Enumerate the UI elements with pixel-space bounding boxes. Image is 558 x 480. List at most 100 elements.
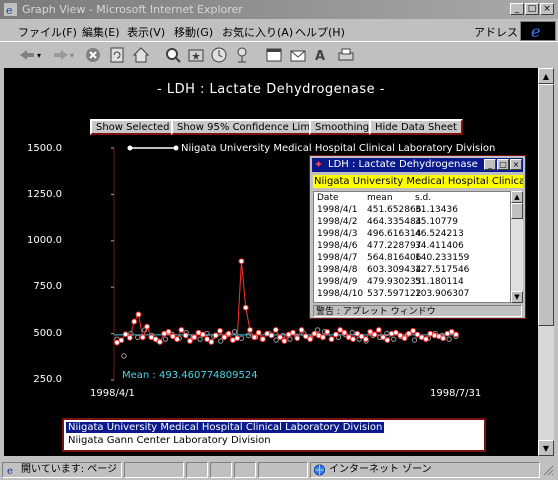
svg-text:e: e xyxy=(6,4,13,16)
menu-favorites[interactable]: お気に入り(A) xyxy=(222,24,293,40)
font-size-icon[interactable]: A xyxy=(313,46,331,64)
data-sheet-scrollbar[interactable]: ▲ ▼ xyxy=(511,191,523,303)
home-icon[interactable] xyxy=(132,46,150,64)
resize-grip-icon[interactable] xyxy=(542,464,554,476)
maximize-button[interactable]: □ xyxy=(525,3,539,15)
series-1-point xyxy=(259,336,266,343)
status-panel xyxy=(210,462,232,478)
table-row[interactable]: 1998/4/8 603.309434127.517546 xyxy=(317,265,469,275)
table-row[interactable]: 1998/4/2 464.33548435.10779 xyxy=(317,217,463,227)
series-1-point xyxy=(350,336,356,343)
table-row[interactable]: 1998/4/6 477.22879734.411406 xyxy=(317,241,464,251)
series-1-point xyxy=(375,326,382,333)
x-start-label: 1998/4/1 xyxy=(90,388,135,399)
table-row[interactable]: 1998/4/10 537.597122103.906307 xyxy=(317,289,469,299)
data-sheet-close-button[interactable]: × xyxy=(510,159,522,170)
menu-view[interactable]: 表示(V) xyxy=(127,24,165,40)
series-1-point xyxy=(247,326,253,333)
scrollbar-thumb[interactable] xyxy=(538,84,554,326)
page-scrollbar[interactable]: ▲ ▼ xyxy=(538,68,554,456)
menu-bar: ファイル(F) 編集(E) 表示(V) 移動(G) お気に入り(A) ヘルプ(H… xyxy=(0,19,558,41)
back-icon[interactable]: ▾ xyxy=(18,46,46,64)
scroll-down-icon[interactable]: ▼ xyxy=(538,440,554,456)
data-sheet-window[interactable]: ✦ LDH : Lactate Dehydrogenase _ □ × Niig… xyxy=(309,155,526,319)
sd-cell: 34.411406 xyxy=(415,241,464,251)
series-1-point xyxy=(255,329,262,336)
applet-warning-status: 警告 : アプレット ウィンドウ xyxy=(313,305,522,317)
favorites-icon[interactable] xyxy=(187,46,205,64)
menu-file[interactable]: ファイル(F) xyxy=(18,24,77,40)
sd-cell: 46.524213 xyxy=(415,229,464,239)
series-1-point xyxy=(332,331,339,338)
table-row[interactable]: 1998/4/3 496.61631446.524213 xyxy=(317,229,464,239)
date-cell: 1998/4/1 xyxy=(317,205,358,215)
mail-icon[interactable] xyxy=(289,46,307,64)
legend-marker xyxy=(173,145,179,151)
status-panel xyxy=(186,462,208,478)
series-1-point xyxy=(298,326,305,333)
date-cell: 1998/4/2 xyxy=(317,217,358,227)
fullscreen-icon[interactable] xyxy=(265,46,283,64)
division-listbox[interactable]: Niigata University Medical Hospital Clin… xyxy=(62,418,486,452)
data-sheet-division-header: Niigata University Medical Hospital Clin… xyxy=(313,175,523,188)
scroll-up-icon[interactable]: ▲ xyxy=(511,191,523,203)
mean-cell: 603.309434 xyxy=(367,265,422,275)
series-1-point xyxy=(290,329,296,336)
zone-text: インターネット ゾーン xyxy=(329,464,432,475)
data-sheet-table[interactable]: Date mean s.d. 1998/4/1 451.65286631.13436 … xyxy=(313,191,511,303)
series-1-point xyxy=(423,336,429,343)
search-icon[interactable] xyxy=(164,46,182,64)
listbox-item[interactable]: Niigata Gann Center Laboratory Division xyxy=(66,435,273,446)
scrollbar-thumb[interactable] xyxy=(511,203,523,219)
window-title: Graph View - Microsoft Internet Explorer xyxy=(22,3,243,16)
refresh-icon[interactable] xyxy=(108,46,126,64)
minimize-button[interactable]: _ xyxy=(510,3,524,15)
series-1-point xyxy=(320,334,326,341)
series-1-point xyxy=(384,337,391,343)
series-1-point xyxy=(144,323,150,330)
scroll-down-icon[interactable]: ▼ xyxy=(511,291,523,303)
y-tick-label: 750.0 xyxy=(33,281,62,292)
menu-edit[interactable]: 編集(E) xyxy=(82,24,120,40)
status-text-panel: e 開いています: ページ xyxy=(2,462,122,478)
series-1-point xyxy=(199,331,206,338)
series-1-point xyxy=(212,332,219,339)
ie-window-icon: e xyxy=(4,3,17,16)
sd-cell: 140.233159 xyxy=(415,253,470,263)
listbox-item[interactable]: Niigata University Medical Hospital Clin… xyxy=(66,422,385,433)
mean-label: Mean : 493.460774809524 xyxy=(122,370,258,381)
table-row[interactable]: 1998/4/1 451.65286631.13436 xyxy=(317,205,463,215)
scroll-up-icon[interactable]: ▲ xyxy=(538,68,554,84)
forward-icon[interactable]: ▾ xyxy=(52,46,78,64)
series-1-point xyxy=(174,336,180,343)
close-button[interactable]: × xyxy=(540,3,554,15)
window-title-bar[interactable]: e Graph View - Microsoft Internet Explor… xyxy=(0,0,558,19)
column-header: s.d. xyxy=(415,193,432,203)
series-2-point xyxy=(349,329,355,336)
menu-go[interactable]: 移動(G) xyxy=(174,24,213,40)
status-bar: e 開いています: ページ インターネット ゾーン xyxy=(0,460,558,480)
series-1-point xyxy=(410,327,416,334)
series-2-point xyxy=(162,336,169,342)
print-icon[interactable] xyxy=(337,46,355,64)
address-label[interactable]: アドレス xyxy=(474,24,518,40)
stop-icon[interactable] xyxy=(84,46,102,64)
table-row[interactable]: 1998/4/9 479.93023351.180114 xyxy=(317,277,464,287)
series-2-point xyxy=(287,336,293,342)
channels-icon[interactable] xyxy=(233,46,251,64)
series-1-point xyxy=(208,339,215,345)
series-1-point xyxy=(324,328,331,335)
series-2-point xyxy=(245,332,252,339)
y-tick-label: 500.0 xyxy=(33,328,62,339)
history-icon[interactable] xyxy=(210,46,228,64)
data-sheet-minimize-button[interactable]: _ xyxy=(484,159,496,170)
menu-help[interactable]: ヘルプ(H) xyxy=(295,24,345,40)
series-1-point xyxy=(401,335,408,342)
series-2-point xyxy=(218,338,224,344)
status-text: 開いています: ページ xyxy=(21,464,118,475)
table-row[interactable]: 1998/4/7 564.816406140.233159 xyxy=(317,253,470,263)
data-sheet-title-bar[interactable]: ✦ LDH : Lactate Dehydrogenase _ □ × xyxy=(312,158,523,172)
data-sheet-maximize-button[interactable]: □ xyxy=(497,159,509,170)
series-2-point xyxy=(135,334,141,341)
svg-text:▾: ▾ xyxy=(70,51,74,60)
